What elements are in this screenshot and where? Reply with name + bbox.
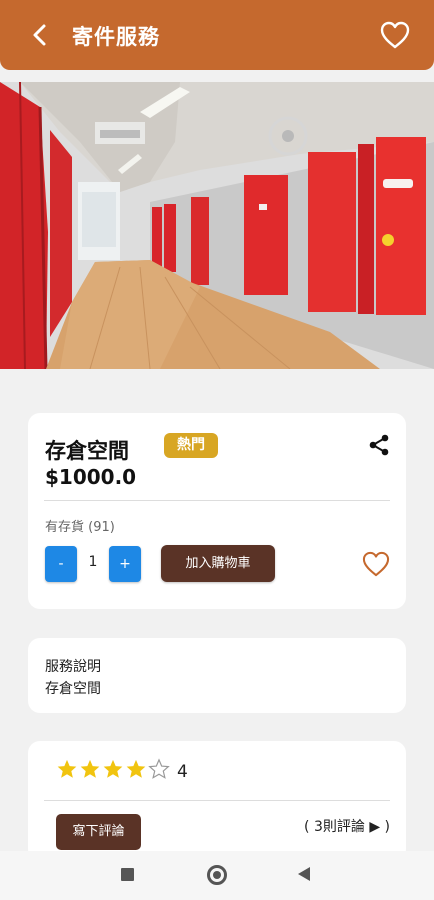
quantity-increase-button[interactable]: + [109, 546, 141, 582]
rating-value: 4 [177, 762, 188, 782]
write-review-button[interactable]: 寫下評論 [56, 814, 141, 850]
divider [44, 800, 390, 801]
product-name: 存倉空間 [45, 439, 129, 463]
star-empty-icon [148, 758, 170, 779]
wishlist-heart-icon[interactable] [362, 551, 390, 577]
app-bar: 寄件服務 [0, 0, 434, 70]
stock-status: 有存貨 (91) [45, 520, 115, 535]
recent-apps-icon[interactable] [121, 868, 134, 881]
favorite-heart-icon[interactable] [380, 21, 410, 49]
product-image [0, 82, 434, 369]
quantity-value: 1 [88, 554, 98, 570]
back-arrow-icon[interactable] [28, 23, 52, 47]
system-navigation-bar [0, 851, 434, 900]
add-to-cart-button[interactable]: 加入購物車 [161, 545, 275, 582]
product-card: 存倉空間 熱門 $1000.0 有存貨 (91) - 1 + 加入購物車 [28, 413, 406, 609]
divider [44, 500, 390, 501]
hot-badge: 熱門 [164, 433, 218, 458]
star-filled-icon [126, 759, 146, 778]
star-filled-icon [57, 759, 77, 778]
description-label: 服務說明 [45, 659, 101, 675]
page-title: 寄件服務 [72, 25, 160, 49]
share-icon[interactable] [368, 434, 390, 456]
description-text: 存倉空間 [45, 681, 101, 697]
star-filled-icon [80, 759, 100, 778]
reviews-card: 4 寫下評論 ( 3則評論 ▶ ) [28, 741, 406, 861]
reviews-count-link[interactable]: ( 3則評論 ▶ ) [304, 816, 390, 836]
home-icon[interactable] [207, 865, 227, 885]
star-filled-icon [103, 759, 123, 778]
product-price: $1000.0 [45, 465, 137, 489]
quantity-decrease-button[interactable]: - [45, 546, 77, 582]
back-triangle-icon[interactable] [298, 867, 310, 881]
rating-stars [56, 758, 170, 784]
description-card: 服務說明 存倉空間 [28, 638, 406, 713]
